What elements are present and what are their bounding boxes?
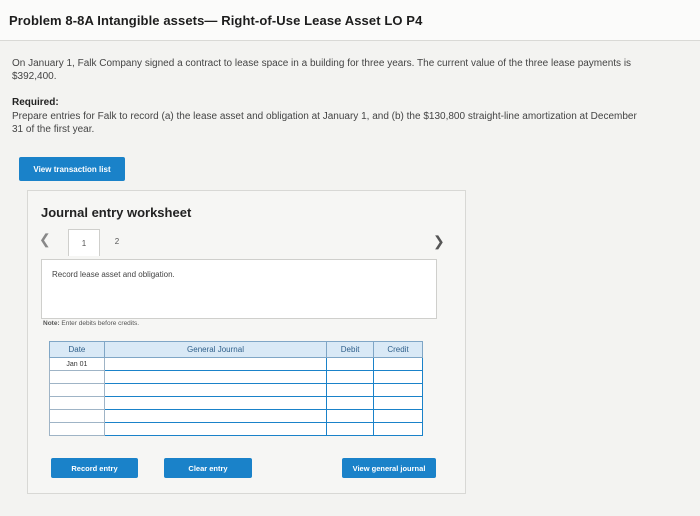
entry-description-box: Record lease asset and obligation. (41, 259, 437, 319)
account-input[interactable] (103, 357, 328, 371)
credit-input[interactable] (373, 409, 423, 423)
chevron-right-icon[interactable]: ❯ (433, 233, 445, 250)
table-row (49, 422, 423, 436)
header-credit: Credit (373, 341, 423, 358)
journal-table: Date General Journal Debit Credit Jan 01 (49, 341, 423, 436)
account-input[interactable] (103, 422, 328, 436)
account-input[interactable] (103, 370, 328, 384)
debit-input[interactable] (326, 357, 375, 371)
date-cell (49, 409, 105, 423)
debit-input[interactable] (326, 396, 375, 410)
date-cell (49, 370, 105, 384)
note: Note: Enter debits before credits. (43, 320, 139, 327)
debit-input[interactable] (326, 422, 375, 436)
table-row (49, 370, 423, 384)
table-row (49, 383, 423, 397)
view-general-journal-button[interactable]: View general journal (342, 458, 436, 478)
table-row (49, 409, 423, 423)
required-text: Prepare entries for Falk to record (a) t… (12, 111, 637, 135)
account-input[interactable] (103, 409, 328, 423)
page-title: Problem 8-8A Intangible assets— Right-of… (9, 13, 423, 28)
header-debit: Debit (326, 341, 375, 358)
required-label: Required: (12, 97, 59, 108)
record-entry-button[interactable]: Record entry (51, 458, 138, 478)
table-row (49, 396, 423, 410)
tab-2[interactable]: 2 (102, 229, 132, 253)
date-cell: Jan 01 (49, 357, 105, 371)
header-general-journal: General Journal (103, 341, 328, 358)
credit-input[interactable] (373, 357, 423, 371)
date-cell (49, 422, 105, 436)
credit-input[interactable] (373, 383, 423, 397)
problem-description: On January 1, Falk Company signed a cont… (12, 58, 632, 82)
entry-description: Record lease asset and obligation. (52, 270, 175, 279)
journal-entry-worksheet: Journal entry worksheet ❮ 1 2 ❯ Record l… (27, 190, 466, 494)
debit-input[interactable] (326, 409, 375, 423)
table-row: Jan 01 (49, 357, 423, 371)
date-cell (49, 396, 105, 410)
note-label: Note: (43, 320, 60, 327)
chevron-left-icon[interactable]: ❮ (39, 231, 51, 248)
note-text: Enter debits before credits. (61, 320, 140, 327)
credit-input[interactable] (373, 370, 423, 384)
clear-entry-button[interactable]: Clear entry (164, 458, 252, 478)
credit-input[interactable] (373, 396, 423, 410)
tab-1[interactable]: 1 (68, 229, 100, 256)
credit-input[interactable] (373, 422, 423, 436)
header-date: Date (49, 341, 105, 358)
worksheet-title: Journal entry worksheet (41, 205, 192, 220)
account-input[interactable] (103, 383, 328, 397)
debit-input[interactable] (326, 370, 375, 384)
account-input[interactable] (103, 396, 328, 410)
title-bar: Problem 8-8A Intangible assets— Right-of… (0, 0, 700, 41)
date-cell (49, 383, 105, 397)
view-transaction-list-button[interactable]: View transaction list (19, 157, 125, 181)
debit-input[interactable] (326, 383, 375, 397)
